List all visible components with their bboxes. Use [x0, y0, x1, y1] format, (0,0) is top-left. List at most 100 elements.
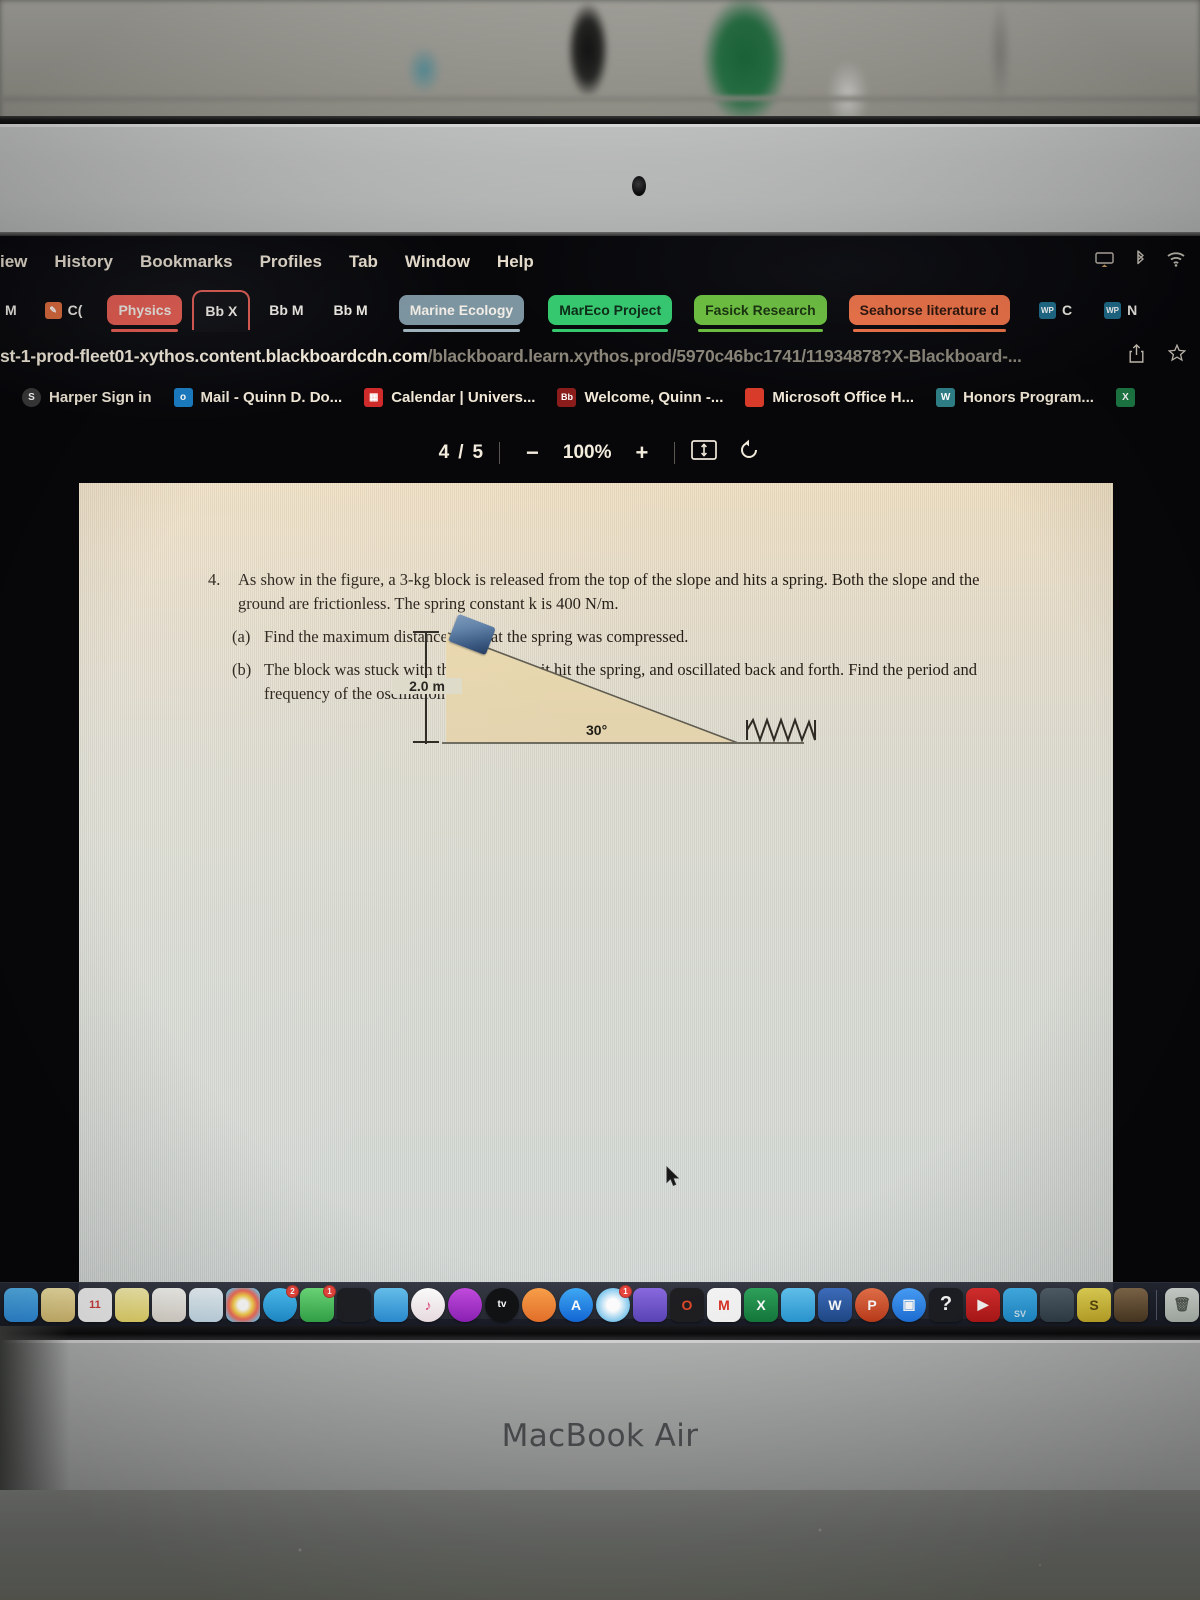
tab-seahorse-literature[interactable]: Seahorse literature d	[848, 295, 1010, 332]
pdf-page-current[interactable]: 4	[439, 442, 450, 464]
menu-item-bookmarks[interactable]: Bookmarks	[140, 252, 233, 272]
utility-icon[interactable]	[1114, 1287, 1148, 1322]
laptop-base	[0, 1340, 1200, 1490]
powerpoint-icon[interactable]: P	[855, 1287, 889, 1322]
harper-icon: S	[22, 387, 41, 407]
height-dimension-cap-bottom	[413, 741, 439, 744]
room-background	[0, 0, 1200, 122]
opera-icon[interactable]: O	[670, 1287, 704, 1322]
menu-status-items	[1095, 250, 1186, 271]
numbers-icon[interactable]: 1	[300, 1284, 336, 1322]
discord-icon[interactable]	[633, 1287, 667, 1322]
bookmark-mail[interactable]: o Mail - Quinn D. Do...	[173, 387, 342, 407]
preview-icon[interactable]	[189, 1287, 223, 1322]
podcasts-icon[interactable]	[448, 1287, 482, 1322]
menu-item-help[interactable]: Help	[497, 252, 534, 272]
youtube-icon[interactable]: ▶	[966, 1287, 1000, 1322]
bookmark-welcome-quinn[interactable]: Bb Welcome, Quinn -...	[557, 387, 723, 407]
bookmark-honors-program[interactable]: W Honors Program...	[936, 387, 1094, 407]
share-icon[interactable]	[1129, 344, 1144, 368]
zoom-icon[interactable]: ▣	[892, 1287, 926, 1322]
keynote-icon[interactable]	[374, 1287, 408, 1322]
bookmark-microsoft-office[interactable]: Microsoft Office H...	[745, 387, 914, 407]
tab-m[interactable]: M	[0, 295, 28, 325]
calendar-app-icon[interactable]: 11	[78, 1287, 112, 1322]
books-icon[interactable]	[522, 1287, 556, 1322]
pdf-viewer-toolbar: 4 / 5 − 100% +	[0, 428, 1200, 478]
bookmark-calendar[interactable]: ▦ Calendar | Univers...	[364, 387, 535, 407]
stickies-icon[interactable]	[115, 1287, 149, 1322]
safari-icon[interactable]: 1	[596, 1284, 632, 1322]
menu-item-view[interactable]: iew	[0, 252, 27, 272]
tab-wp-n[interactable]: WP N	[1093, 295, 1148, 325]
notes-icon[interactable]	[41, 1287, 75, 1322]
calendar-icon: ▦	[364, 387, 384, 407]
tab-underline	[698, 329, 823, 332]
photos-icon[interactable]	[226, 1287, 260, 1322]
url-host: st-1-prod-fleet01-xythos.content.blackbo…	[0, 345, 428, 366]
word-icon[interactable]: W	[818, 1287, 852, 1322]
airplay-icon[interactable]	[1095, 251, 1114, 270]
address-bar[interactable]: st-1-prod-fleet01-xythos.content.blackbo…	[0, 340, 1200, 372]
sv-icon[interactable]: SV	[1003, 1287, 1037, 1322]
bluetooth-icon[interactable]	[1134, 250, 1146, 271]
tab-underline	[111, 329, 179, 332]
scratch-icon[interactable]: S	[1077, 1287, 1111, 1322]
bookmark-label: Honors Program...	[963, 388, 1094, 406]
tab-label: N	[1127, 302, 1138, 318]
wordpress-icon: W	[936, 387, 956, 407]
rotate-icon[interactable]	[737, 438, 761, 468]
address-bar-actions	[1129, 343, 1187, 368]
question-stem: As show in the figure, a 3-kg block is r…	[238, 570, 980, 613]
tab-marine-ecology[interactable]: Marine Ecology	[398, 295, 525, 332]
appstore-icon[interactable]: A	[559, 1287, 593, 1322]
bookmark-excel[interactable]: X	[1115, 387, 1143, 407]
tab-label: M	[5, 302, 17, 318]
tab-physics[interactable]: Physics	[107, 295, 183, 332]
tab-bb-m-2[interactable]: Bb M	[323, 295, 379, 325]
tab-c[interactable]: ✎ C(	[34, 295, 94, 325]
question-number: 4.	[208, 570, 221, 589]
zoom-in-button[interactable]: +	[626, 442, 659, 464]
tab-bb-m-1[interactable]: Bb M	[258, 295, 314, 325]
help-icon[interactable]: ?	[929, 1287, 963, 1322]
trash-icon[interactable]: 🗑	[1165, 1287, 1199, 1322]
fit-page-icon[interactable]	[691, 440, 718, 466]
wordpress-icon: WP	[1104, 301, 1122, 319]
tab-underline	[552, 329, 669, 332]
tab-label: Seahorse literature d	[859, 302, 999, 318]
tab-label: Bb M	[269, 302, 304, 318]
charts-icon[interactable]	[337, 1287, 371, 1322]
onedrive-icon[interactable]	[781, 1287, 815, 1322]
laptop-bezel-top	[0, 124, 1200, 234]
molecule-icon[interactable]	[1040, 1287, 1074, 1322]
outlook-icon: o	[173, 387, 193, 407]
gmail-icon[interactable]: M	[707, 1287, 741, 1322]
macbook-brand-label: MacBook Air	[501, 1418, 699, 1454]
menu-item-history[interactable]: History	[54, 252, 113, 272]
tab-mareco-project[interactable]: MarEco Project	[548, 295, 673, 332]
appletv-icon[interactable]: tv	[485, 1287, 519, 1322]
tab-bb-x-active[interactable]: Bb X	[192, 290, 251, 330]
wifi-icon[interactable]	[1166, 251, 1186, 270]
toolbar-divider	[499, 442, 501, 464]
tab-fasick-research[interactable]: Fasick Research	[694, 295, 827, 332]
pdf-page-total: 5	[472, 442, 484, 463]
menu-item-window[interactable]: Window	[405, 252, 470, 272]
height-label: 2.0 m	[392, 678, 462, 694]
desk-texture	[0, 1490, 1200, 1600]
tab-wp-c[interactable]: WP C	[1028, 295, 1083, 325]
music-icon[interactable]: ♪	[411, 1287, 445, 1322]
excel-app-icon[interactable]: X	[744, 1287, 778, 1322]
part-label: (b)	[232, 659, 252, 679]
webcam-icon	[632, 176, 646, 196]
menu-item-tab[interactable]: Tab	[349, 252, 378, 272]
badge-count: 1	[323, 1284, 336, 1298]
zoom-out-button[interactable]: −	[516, 442, 549, 464]
bookmark-harper-sign-in[interactable]: S Harper Sign in	[22, 387, 152, 407]
messages-icon[interactable]: 2	[263, 1284, 299, 1322]
contacts-icon[interactable]	[152, 1287, 186, 1322]
finder-icon[interactable]	[4, 1287, 38, 1322]
menu-item-profiles[interactable]: Profiles	[260, 252, 322, 272]
star-icon[interactable]	[1167, 343, 1187, 368]
